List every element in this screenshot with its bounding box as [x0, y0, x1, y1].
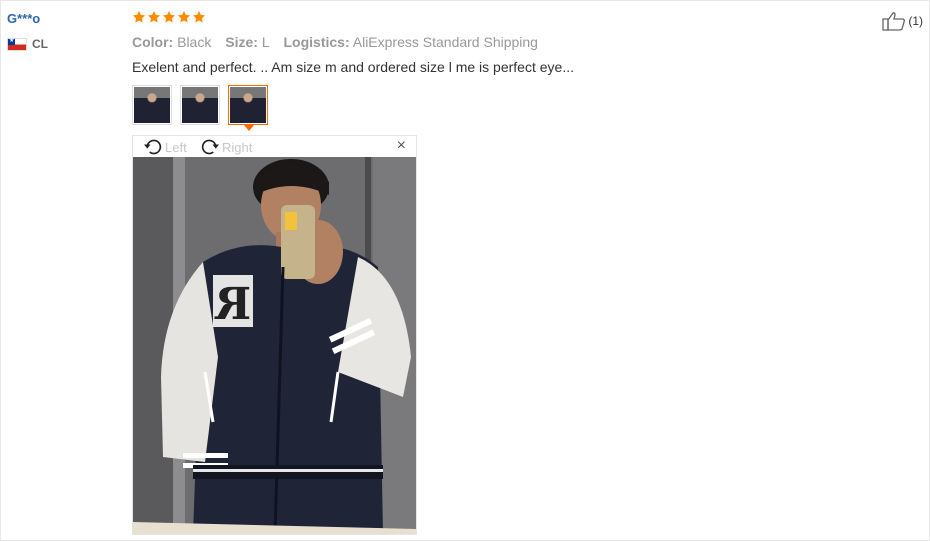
review-photo: R [133, 157, 416, 534]
rotate-right-button[interactable]: Right [200, 138, 252, 156]
logistics-label: Logistics: [283, 34, 350, 50]
rotate-right-label: Right [222, 139, 253, 155]
image-viewer: Left Right × R [132, 135, 417, 535]
helpful-count: (1) [908, 14, 923, 28]
size-value: L [261, 34, 270, 50]
mirror-selfie-image: R [133, 157, 416, 534]
close-viewer-button[interactable]: × [397, 137, 406, 155]
rotate-left-label: Left [165, 139, 187, 155]
selected-caret-icon [244, 125, 254, 131]
size-label: Size: [225, 34, 258, 50]
review-thumbnail[interactable] [132, 85, 172, 125]
review-thumbnail-selected[interactable] [228, 85, 268, 131]
review-item: G***o ★ CL Color: Black Size: L Logistic… [0, 0, 930, 541]
star-rating [132, 10, 206, 24]
rotate-right-icon [201, 139, 219, 155]
thumbs-up-icon [882, 12, 906, 31]
star-icon [132, 11, 146, 23]
chile-flag-icon: ★ [7, 37, 27, 51]
order-details: Color: Black Size: L Logistics: AliExpre… [132, 34, 548, 50]
rotate-left-button[interactable]: Left [143, 138, 187, 156]
star-icon [162, 11, 176, 23]
helpful-vote[interactable]: (1) [882, 11, 923, 31]
reviewer-country: ★ CL [7, 37, 48, 51]
country-code: CL [32, 37, 48, 51]
rotate-left-icon [144, 139, 162, 155]
logistics-value: AliExpress Standard Shipping [352, 34, 538, 50]
review-thumbnails [132, 85, 268, 131]
svg-text:R: R [214, 279, 251, 330]
star-icon [147, 11, 161, 23]
star-icon [177, 11, 191, 23]
viewer-toolbar: Left Right × [133, 136, 416, 157]
color-value: Black [177, 34, 212, 50]
reviewer-name[interactable]: G***o [7, 11, 40, 26]
review-thumbnail[interactable] [180, 85, 220, 125]
star-icon [192, 11, 206, 23]
color-label: Color: [132, 34, 174, 50]
review-text: Exelent and perfect. .. Am size m and or… [132, 59, 574, 75]
